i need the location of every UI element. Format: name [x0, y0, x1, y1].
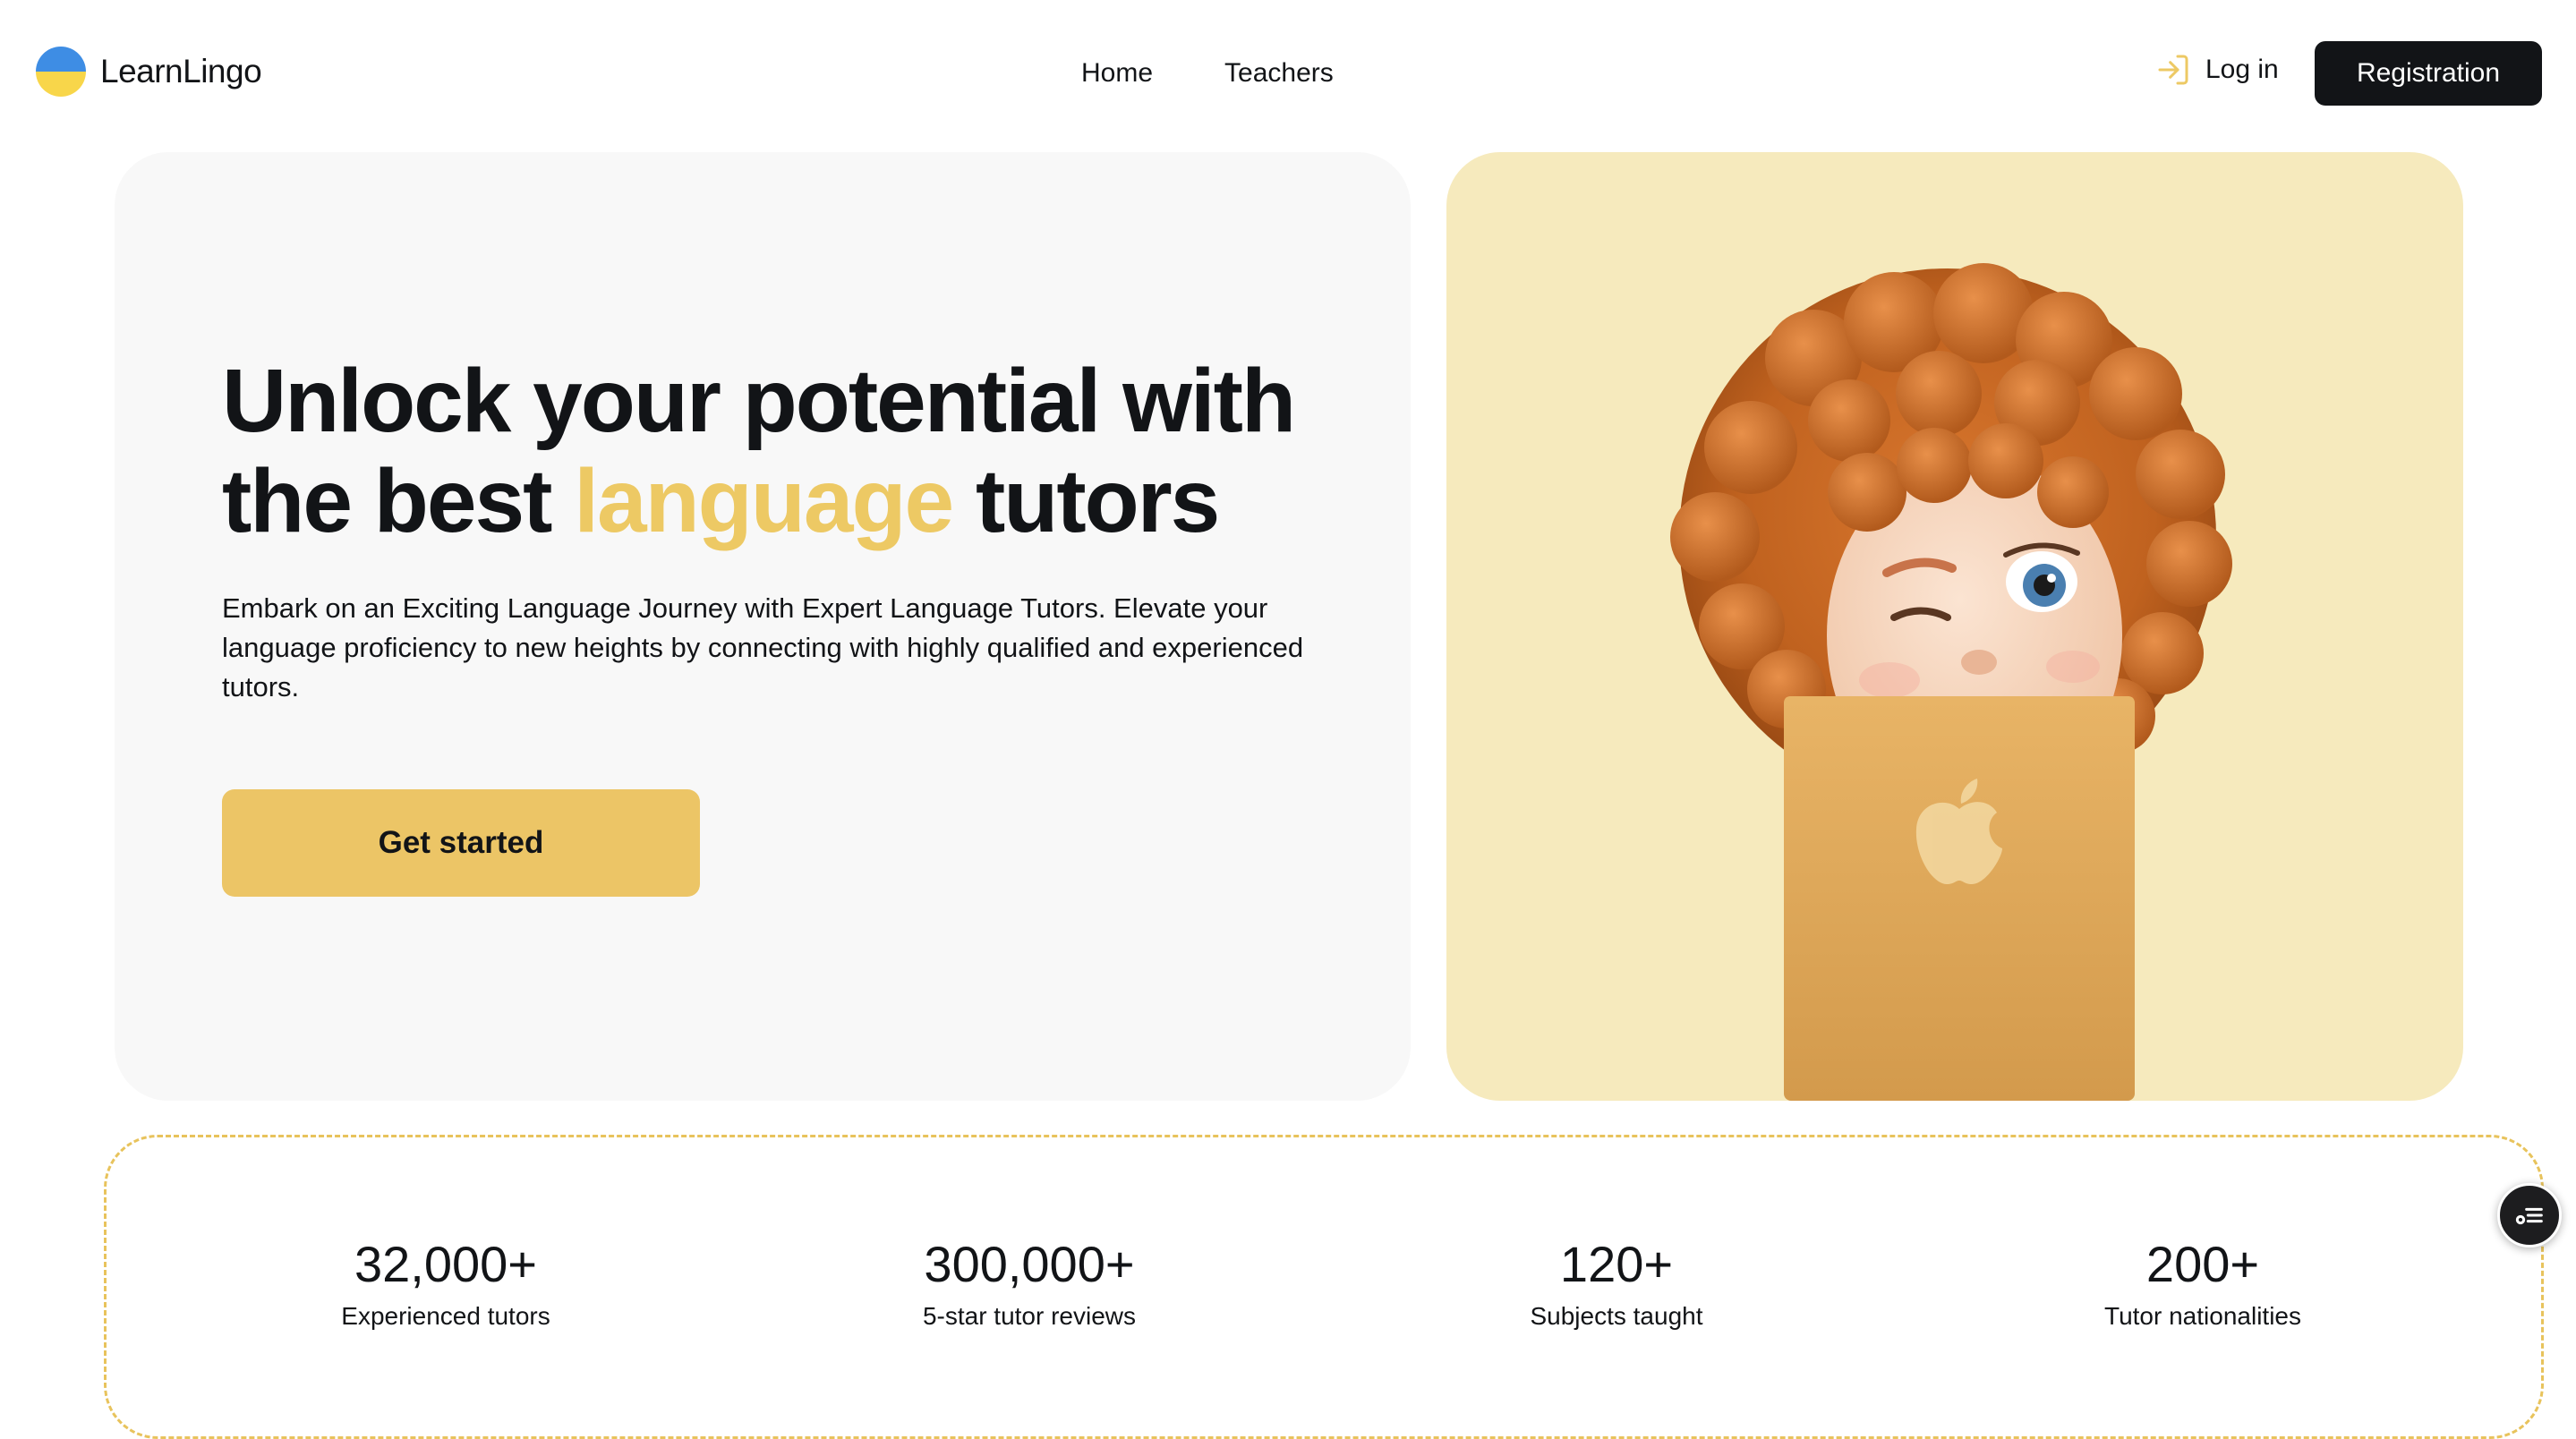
- stat-experienced-tutors: 32,000+ Experienced tutors: [213, 1236, 678, 1333]
- stat-label: Tutor nationalities: [2104, 1302, 2301, 1330]
- stat-label: Experienced tutors: [341, 1302, 550, 1330]
- hero-description: Embark on an Exciting Language Journey w…: [222, 592, 1304, 702]
- login-arrow-icon: [2158, 55, 2188, 85]
- stat-value: 300,000+: [924, 1236, 1135, 1292]
- hero-title-accent: language: [574, 451, 954, 551]
- hero-title-part2: tutors: [952, 451, 1220, 551]
- hero-text-card: Unlock your potential with the best lang…: [115, 152, 1411, 1101]
- floating-widget-button[interactable]: [2497, 1183, 2562, 1247]
- site-header: LearnLingo Home Teachers Log in Registra…: [0, 0, 2576, 147]
- nav-home[interactable]: Home: [1081, 54, 1153, 93]
- stat-value: 120+: [1559, 1236, 1674, 1292]
- stat-tutor-nationalities: 200+ Tutor nationalities: [1970, 1236, 2435, 1333]
- login-label: Log in: [2205, 55, 2279, 84]
- nav-teachers[interactable]: Teachers: [1224, 54, 1334, 93]
- get-started-button[interactable]: Get started: [222, 789, 700, 897]
- logo-link[interactable]: LearnLingo: [36, 47, 262, 97]
- stat-value: 200+: [2145, 1236, 2260, 1292]
- main-nav: Home Teachers: [1081, 54, 1334, 93]
- hero-image-card: [1446, 152, 2463, 1101]
- stat-value: 32,000+: [354, 1236, 537, 1292]
- registration-button[interactable]: Registration: [2315, 41, 2542, 106]
- stat-tutor-reviews: 300,000+ 5-star tutor reviews: [797, 1236, 1262, 1333]
- hero-title: Unlock your potential with the best lang…: [222, 351, 1332, 551]
- stats-panel: 32,000+ Experienced tutors 300,000+ 5-st…: [104, 1135, 2544, 1439]
- memoji-laptop-illustration: [1670, 263, 2232, 1101]
- brand-name: LearnLingo: [100, 53, 262, 89]
- stat-subjects-taught: 120+ Subjects taught: [1384, 1236, 1849, 1333]
- stat-label: Subjects taught: [1530, 1302, 1703, 1330]
- menu-list-icon: [2515, 1207, 2543, 1225]
- login-button[interactable]: Log in: [2155, 52, 2279, 88]
- stat-label: 5-star tutor reviews: [922, 1302, 1137, 1330]
- ukraine-flag-icon: [36, 47, 86, 97]
